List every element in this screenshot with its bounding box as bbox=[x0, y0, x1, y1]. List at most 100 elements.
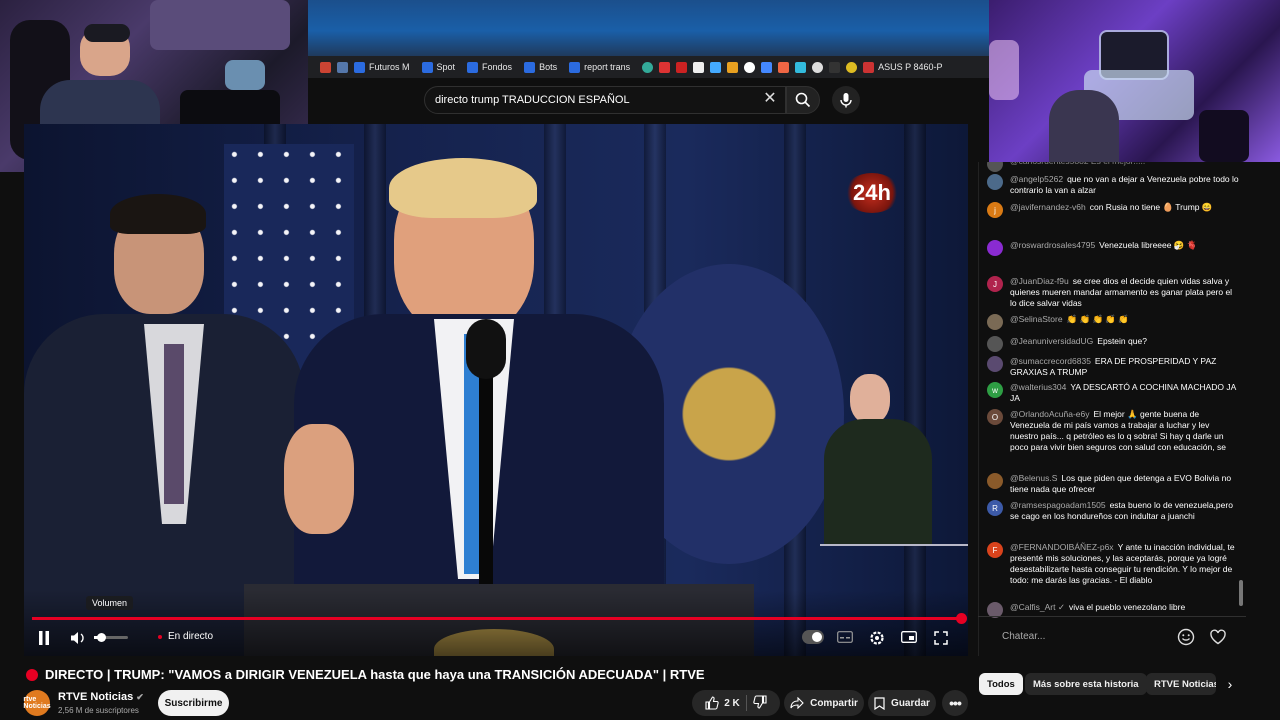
bookmark-icon[interactable] bbox=[795, 61, 807, 73]
chat-author[interactable]: @ramsespagoadam1505 bbox=[1010, 500, 1106, 510]
bookmark-icon[interactable] bbox=[846, 61, 858, 73]
bookmark-report[interactable]: report trans bbox=[569, 61, 630, 73]
settings-button[interactable] bbox=[868, 629, 886, 647]
chat-scrollbar[interactable] bbox=[1239, 580, 1243, 606]
subtitles-button[interactable] bbox=[836, 629, 854, 645]
live-indicator[interactable]: En directo bbox=[158, 631, 213, 642]
live-chat-panel: @carlosruentes5882 Es el mejor!!!!! @ang… bbox=[978, 162, 1246, 656]
chat-author[interactable]: @roswardrosales4795 bbox=[1010, 240, 1095, 250]
subtitles-icon bbox=[837, 631, 853, 643]
emoji-button[interactable] bbox=[1177, 628, 1195, 646]
avatar[interactable]: F bbox=[987, 542, 1003, 558]
chat-author[interactable]: @Belenus.S bbox=[1010, 473, 1057, 483]
channel-name[interactable]: RTVE Noticias ✔ bbox=[58, 691, 144, 703]
pause-button[interactable] bbox=[34, 628, 54, 648]
bookmark-spot[interactable]: Spot bbox=[421, 61, 455, 73]
google-icon[interactable] bbox=[744, 61, 756, 73]
share-button[interactable]: Compartir bbox=[784, 690, 864, 716]
microphone-icon bbox=[840, 93, 852, 108]
bookmark-icon[interactable] bbox=[642, 61, 654, 73]
progress-bar[interactable] bbox=[32, 617, 962, 620]
video-player[interactable]: 24h bbox=[24, 124, 968, 656]
avatar[interactable]: O bbox=[987, 409, 1003, 425]
avatar[interactable]: R bbox=[987, 500, 1003, 516]
sign-language-frame bbox=[820, 364, 968, 546]
bookmark-icon[interactable] bbox=[659, 61, 671, 73]
folder-icon bbox=[524, 61, 536, 73]
chat-message-body: @SelinaStore 👏 👏 👏 👏 👏 bbox=[1010, 314, 1239, 330]
bookmark-icon[interactable] bbox=[693, 61, 705, 73]
avatar[interactable] bbox=[987, 314, 1003, 330]
fullscreen-button[interactable] bbox=[932, 629, 950, 647]
voice-search-button[interactable] bbox=[832, 86, 860, 114]
avatar[interactable] bbox=[987, 473, 1003, 489]
more-actions-button[interactable]: ••• bbox=[942, 690, 968, 716]
chat-message-body: @roswardrosales4795 Venezuela libreeee 🤧 … bbox=[1010, 240, 1239, 256]
bookmark-fondos[interactable]: Fondos bbox=[467, 61, 512, 73]
bookmark-icon[interactable] bbox=[337, 61, 348, 73]
autoplay-toggle[interactable] bbox=[802, 630, 824, 644]
chat-author[interactable]: @sumaccrecord6835 bbox=[1010, 356, 1091, 366]
folder-icon bbox=[569, 61, 581, 73]
chat-author[interactable]: @JeanuniversidadUG bbox=[1010, 336, 1093, 346]
volume-slider-handle[interactable] bbox=[97, 633, 106, 642]
bookmark-futuros[interactable]: Futuros M bbox=[354, 61, 410, 73]
chat-author[interactable]: @Calfis_Art ✓ bbox=[1010, 602, 1065, 612]
chat-author[interactable]: @JuanDiaz-f9u bbox=[1010, 276, 1069, 286]
bookmark-asus[interactable]: ASUS P 8460-P bbox=[863, 61, 942, 73]
search-button[interactable] bbox=[786, 86, 820, 114]
chat-message: @angelp5262 que no van a dejar a Venezuel… bbox=[987, 174, 1239, 196]
chat-author[interactable]: @walterius304 bbox=[1010, 382, 1066, 392]
bookmark-icon[interactable] bbox=[320, 61, 331, 73]
dislike-button[interactable] bbox=[753, 694, 767, 712]
chat-message: w @walterius304 YA DESCARTÓ A COCHINA MACH… bbox=[987, 382, 1239, 404]
avatar[interactable] bbox=[987, 240, 1003, 256]
chat-author[interactable]: @angelp5262 bbox=[1010, 174, 1063, 184]
avatar[interactable] bbox=[987, 174, 1003, 190]
bookmark-icon[interactable] bbox=[761, 61, 773, 73]
chat-input[interactable]: Chatear... bbox=[996, 626, 1168, 648]
x-icon[interactable] bbox=[812, 61, 824, 73]
chevron-right-icon[interactable]: › bbox=[1222, 676, 1238, 694]
chip-2[interactable]: RTVE Noticias bbox=[1146, 673, 1216, 695]
avatar[interactable] bbox=[987, 336, 1003, 352]
folder-icon bbox=[467, 61, 479, 73]
avatar[interactable]: j bbox=[987, 202, 1003, 218]
bookmark-icon[interactable] bbox=[676, 61, 688, 73]
browser-top-area bbox=[308, 0, 989, 56]
avatar bbox=[987, 162, 1003, 172]
search-input[interactable]: directo trump TRADUCCION ESPAÑOL bbox=[424, 86, 786, 114]
bookmark-icon[interactable] bbox=[778, 61, 790, 73]
chip-0[interactable]: Todos bbox=[979, 673, 1023, 695]
mute-button[interactable] bbox=[68, 628, 88, 648]
miniplayer-button[interactable] bbox=[900, 629, 918, 645]
chat-message-body: @JeanuniversidadUG Epstein que? bbox=[1010, 336, 1239, 352]
chat-message-body: @javifernandez-v6h con Rusia no tiene 🥚 T… bbox=[1010, 202, 1239, 218]
chat-author[interactable]: @SelinaStore bbox=[1010, 314, 1063, 324]
chat-author[interactable]: @javifernandez-v6h bbox=[1010, 202, 1086, 212]
subscribe-button[interactable]: Suscribirme bbox=[158, 690, 229, 716]
pause-icon bbox=[39, 631, 49, 645]
bookmark-bots[interactable]: Bots bbox=[524, 61, 557, 73]
heart-button[interactable] bbox=[1209, 628, 1227, 646]
clear-search-icon[interactable]: ✕ bbox=[762, 90, 778, 108]
chat-message: @roswardrosales4795 Venezuela libreeee 🤧 … bbox=[987, 240, 1239, 256]
avatar[interactable]: J bbox=[987, 276, 1003, 292]
channel-avatar[interactable]: rtve Noticias bbox=[23, 690, 51, 716]
progress-scrubber[interactable] bbox=[956, 613, 967, 624]
avatar[interactable]: w bbox=[987, 382, 1003, 398]
chat-author[interactable]: @OrlandoAcuña-e6y bbox=[1010, 409, 1090, 419]
chip-1[interactable]: Más sobre esta historia bbox=[1025, 673, 1147, 695]
bookmark-icon[interactable] bbox=[727, 61, 739, 73]
miniplayer-icon bbox=[901, 631, 917, 643]
chat-author[interactable]: @FERNANDOIBÁÑEZ-p6x bbox=[1010, 542, 1114, 552]
bookmark-icon[interactable] bbox=[829, 61, 841, 73]
chat-text: viva el pueblo venezolano libre bbox=[1068, 602, 1186, 612]
bookmark-icon[interactable] bbox=[710, 61, 722, 73]
person-center-hair bbox=[389, 158, 537, 218]
save-button[interactable]: Guardar bbox=[868, 690, 936, 716]
thumbs-up-icon bbox=[705, 696, 719, 710]
avatar[interactable] bbox=[987, 356, 1003, 372]
verified-icon: ✔ bbox=[136, 692, 144, 702]
like-button[interactable]: 2 K bbox=[705, 696, 740, 710]
